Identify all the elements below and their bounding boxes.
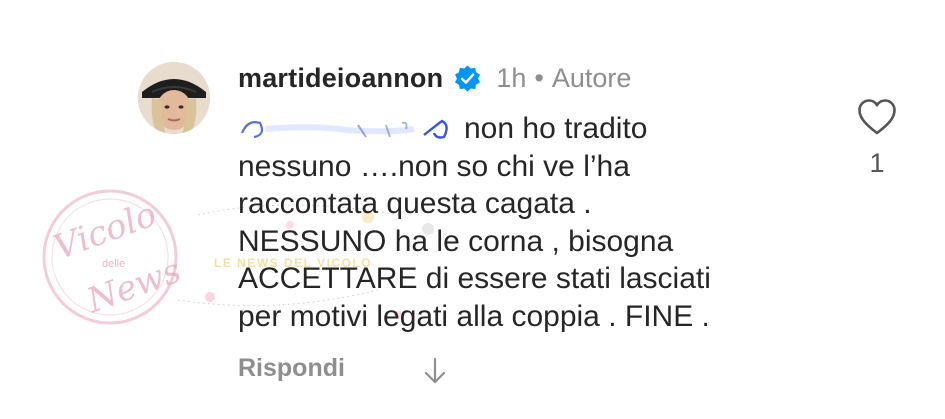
separator-dot: • (534, 62, 544, 93)
comment-header: martideioannon 1h • Autore (238, 58, 631, 98)
comment-text: non ho tradito nessuno ….non so chi ve l… (238, 110, 818, 335)
watermark-line2: delle (102, 258, 125, 270)
comment-line-3: raccontata questa cagata . (238, 187, 592, 220)
verified-badge-icon (453, 64, 482, 93)
username[interactable]: martideioannon (238, 63, 443, 94)
comment-time: 1h (496, 62, 527, 93)
comment-line-4: NESSUNO ha le corna , bisogna (238, 224, 674, 258)
watermark-line1: Vicolo (49, 194, 162, 268)
heart-outline-icon (858, 99, 896, 135)
watermark-line3: News (81, 251, 186, 322)
author-badge: Autore (551, 62, 632, 93)
comment-line-1: non ho tradito (238, 110, 818, 148)
comment-line-1-text: non ho tradito (464, 112, 648, 145)
reply-button[interactable]: Rispondi (238, 354, 345, 383)
watermark-inner-circle (51, 198, 169, 316)
scribble-redaction-icon (240, 119, 448, 139)
comment-screenshot: Vicolo delle News LE NEWS DEL VICOLO mar… (0, 0, 945, 419)
avatar-image (138, 62, 210, 134)
comment-line-2: nessuno ….non so chi ve l’ha (238, 149, 630, 183)
comment-line-5: ACCETTARE di essere stati lasciati (238, 262, 711, 295)
arrow-down-icon[interactable] (422, 356, 448, 386)
like-button[interactable] (857, 98, 897, 136)
comment-line-6: per motivi legati alla coppia . FINE . (238, 299, 710, 333)
avatar[interactable] (138, 62, 210, 134)
watermark-circle (42, 189, 178, 325)
like-count: 1 (869, 148, 885, 178)
redacted-mention (238, 115, 456, 141)
